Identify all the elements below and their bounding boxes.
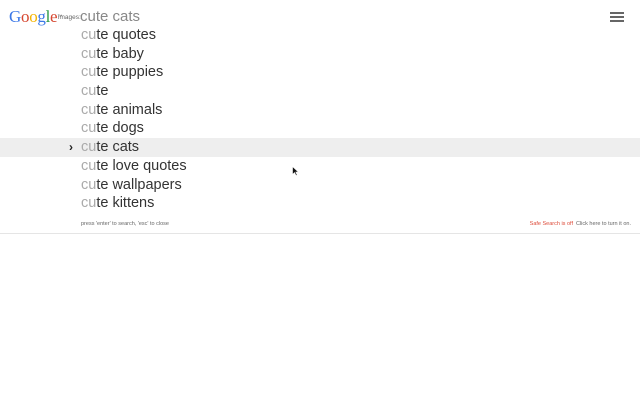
suggestion-item[interactable]: cute quotes	[0, 26, 640, 45]
suggestion-prefix: cu	[81, 64, 97, 81]
suggestion-rest: te cats	[96, 139, 140, 156]
safesearch-notice: Safe Search is off Click here to turn it …	[530, 220, 631, 228]
suggestion-prefix: cu	[81, 176, 97, 193]
suggestion-rest: te love quotes	[96, 157, 187, 174]
suggestion-prefix: cu	[81, 157, 97, 174]
safesearch-status: Safe Search is off	[529, 221, 573, 227]
suggestion-prefix: cu	[81, 101, 97, 118]
suggestion-item[interactable]: cute love quotes	[0, 157, 640, 176]
suggestion-item[interactable]: cute dogs	[0, 119, 640, 138]
suggestion-prefix: cu	[81, 27, 97, 43]
selected-arrow-icon: ›	[69, 140, 73, 155]
suggestion-rest: te dogs	[96, 120, 144, 137]
keyboard-hint: press 'enter' to search, 'esc' to close	[81, 221, 169, 227]
suggestion-prefix: cu	[81, 139, 97, 156]
suggestion-rest: te animals	[96, 101, 163, 118]
search-input[interactable]	[80, 7, 380, 27]
suggestion-rest: te quotes	[96, 27, 156, 43]
section-label: images:	[58, 14, 81, 21]
suggestion-item[interactable]: cute baby	[0, 45, 640, 64]
suggestion-rest: te wallpapers	[96, 176, 182, 193]
suggestion-rest: te puppies	[96, 64, 164, 81]
menu-bar	[610, 16, 624, 18]
suggestion-prefix: cu	[81, 83, 97, 100]
logo-letter: o	[20, 7, 30, 26]
suggestion-item[interactable]: cute puppies	[0, 63, 640, 82]
suggestion-rest: te	[96, 83, 109, 100]
mouse-pointer-icon	[292, 166, 300, 176]
suggestion-prefix: cu	[81, 45, 97, 62]
suggestion-item[interactable]: › cute cats	[0, 138, 640, 157]
safesearch-turn-on-link[interactable]: Click here to turn it on.	[576, 221, 631, 227]
suggestion-rest: te baby	[96, 45, 144, 62]
suggestion-list: cute quotes cute baby cute puppies cute …	[0, 26, 640, 213]
google-logo[interactable]: Google™	[9, 8, 62, 26]
suggestion-item[interactable]: cute	[0, 82, 640, 101]
suggestion-item[interactable]: cute kittens	[0, 194, 640, 213]
page: Google™ images: cute quotes cute baby cu…	[0, 0, 640, 400]
suggestion-prefix: cu	[81, 195, 97, 212]
suggestion-item[interactable]: cute wallpapers	[0, 176, 640, 195]
suggestion-prefix: cu	[81, 120, 97, 137]
menu-bar	[610, 20, 624, 22]
logo-letter: G	[9, 7, 21, 26]
hamburger-menu-icon[interactable]	[610, 12, 624, 22]
divider	[0, 233, 640, 234]
menu-bar	[610, 12, 624, 14]
suggestion-rest: te kittens	[96, 195, 155, 212]
suggestion-item[interactable]: cute animals	[0, 101, 640, 120]
logo-letter: g	[37, 7, 46, 26]
